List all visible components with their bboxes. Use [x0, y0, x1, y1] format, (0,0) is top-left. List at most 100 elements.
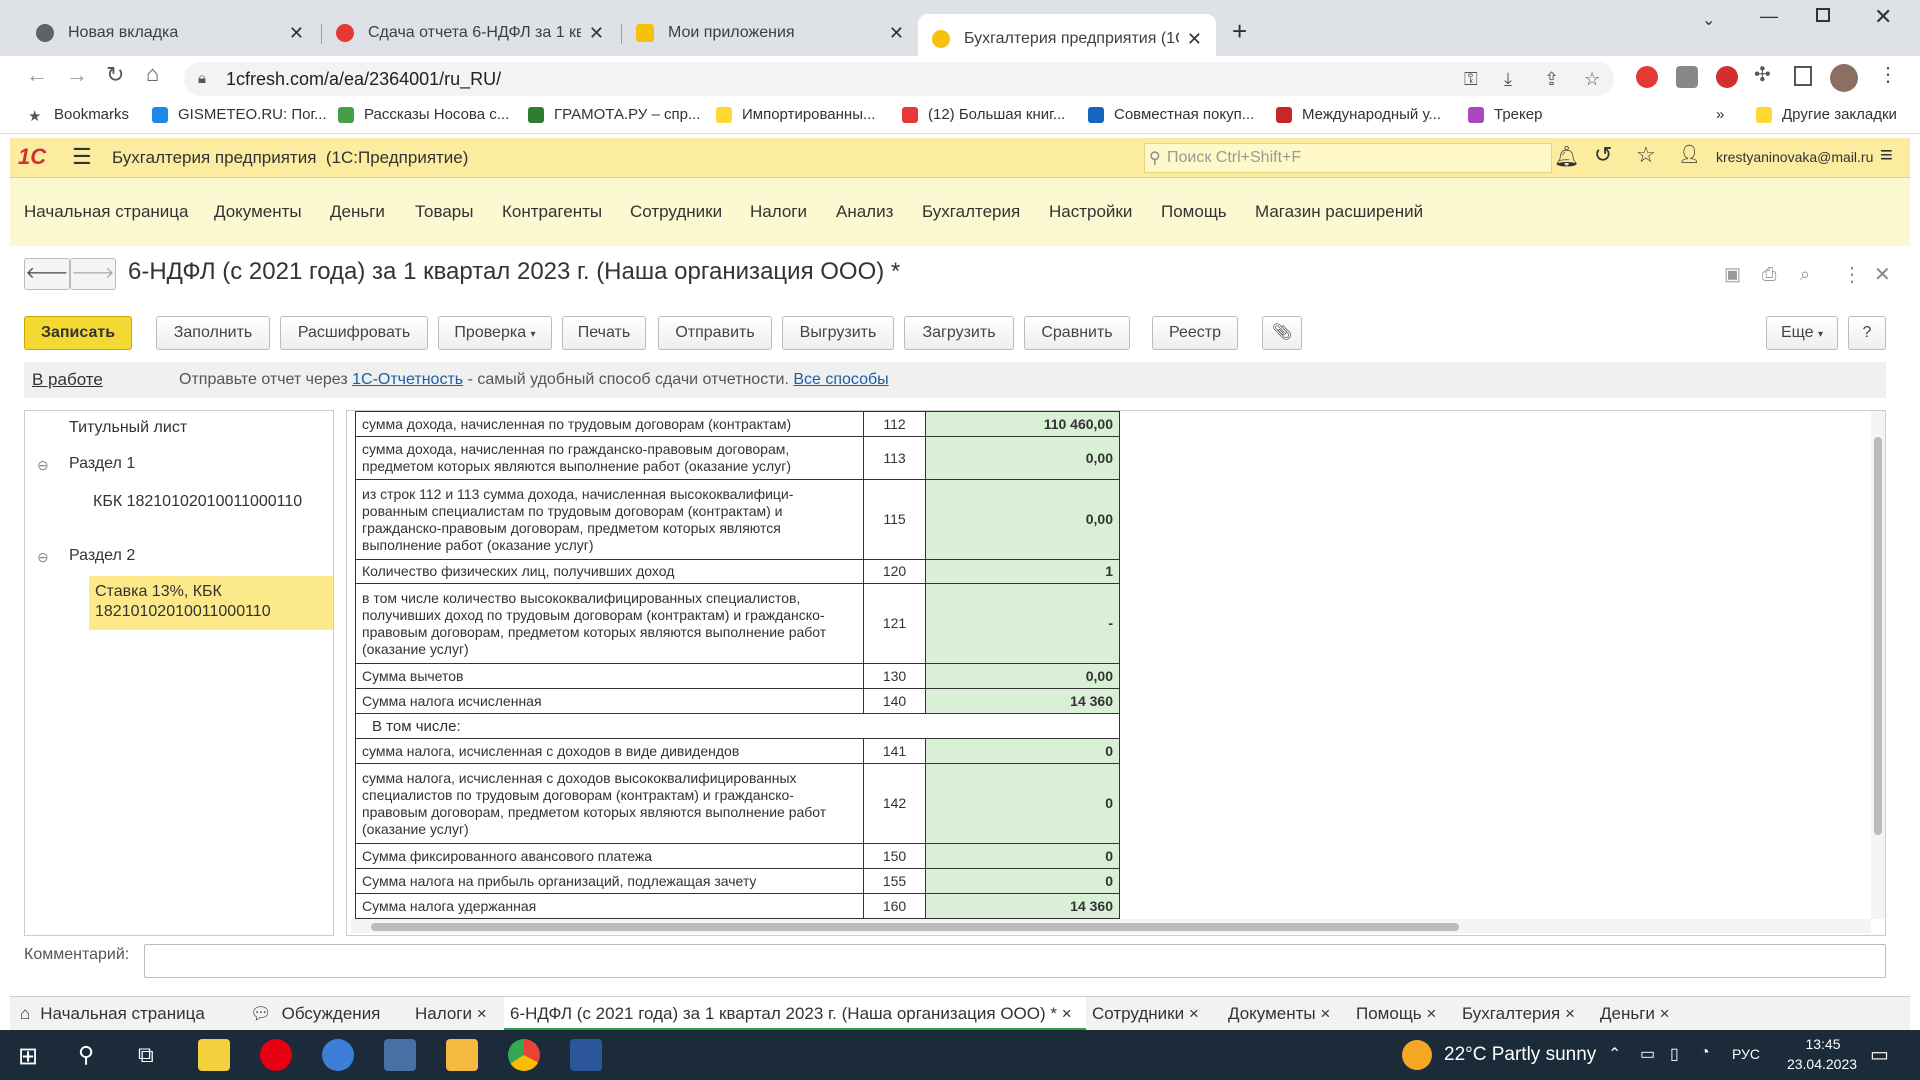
menu-help[interactable]: Помощь	[1161, 202, 1227, 222]
user-icon[interactable]: 👤︎	[1678, 144, 1701, 165]
row-value-cell[interactable]: 0,00	[925, 436, 1120, 480]
clock-date[interactable]: 23.04.2023	[1772, 1056, 1872, 1072]
registry-button[interactable]: Реестр	[1152, 316, 1238, 350]
decode-button[interactable]: Расшифровать	[280, 316, 428, 350]
open-tab-employees[interactable]: Сотрудники ×	[1092, 997, 1199, 1031]
scrollbar-thumb[interactable]	[371, 923, 1459, 931]
bookmark-item[interactable]: ★ Bookmarks	[28, 106, 129, 125]
preview-icon[interactable]: ⌕	[1800, 264, 1810, 285]
open-tab-accounting[interactable]: Бухгалтерия ×	[1462, 997, 1575, 1031]
adblock-icon[interactable]	[1636, 66, 1658, 88]
bookmark-item[interactable]: Рассказы Носова с...	[338, 106, 509, 123]
share-icon[interactable]: ⇪	[1544, 62, 1559, 96]
tree-item-rate-selected[interactable]: Ставка 13%, КБК 18210102010011000110	[89, 576, 333, 630]
bookmarks-overflow[interactable]: »	[1716, 106, 1724, 123]
send-button[interactable]: Отправить	[658, 316, 772, 350]
menu-counterparties[interactable]: Контрагенты	[502, 202, 602, 222]
more-icon[interactable]: ⋮	[1842, 262, 1862, 287]
collapse-icon[interactable]: ⊖	[37, 549, 49, 566]
menu-analysis[interactable]: Анализ	[836, 202, 893, 222]
search-icon[interactable]: ⚲	[78, 1042, 94, 1068]
menu-documents[interactable]: Документы	[214, 202, 302, 222]
minimize-icon[interactable]: —	[1760, 6, 1778, 27]
export-button[interactable]: Выгрузить	[782, 316, 894, 350]
open-tab-money[interactable]: Деньги ×	[1600, 997, 1670, 1031]
vertical-scrollbar[interactable]	[1871, 411, 1885, 919]
tree-item-kbk[interactable]: КБК 18210102010011000110	[93, 493, 302, 511]
row-value-cell[interactable]: 0,00	[925, 479, 1120, 560]
weather-icon[interactable]	[1402, 1040, 1432, 1070]
save-icon[interactable]: ▣	[1724, 264, 1741, 285]
browser-tab[interactable]: Новая вкладка ✕	[22, 14, 318, 52]
home-icon[interactable]: ⌂	[146, 61, 159, 87]
menu-money[interactable]: Деньги	[330, 202, 385, 222]
bookmark-item[interactable]: Международный у...	[1276, 106, 1441, 123]
row-value-cell[interactable]: 110 460,00	[925, 411, 1120, 437]
more-button[interactable]: Еще ▾	[1766, 316, 1838, 350]
language-indicator[interactable]: РУС	[1732, 1046, 1760, 1062]
menu-taxes[interactable]: Налоги	[750, 202, 807, 222]
close-window-icon[interactable]: ✕	[1874, 4, 1892, 30]
forward-icon[interactable]: →	[66, 62, 88, 88]
row-value-cell[interactable]: 1	[925, 559, 1120, 584]
url-field[interactable]: 🔒︎ 1cfresh.com/a/ea/2364001/ru_RU/ ⚿ ⤓ ⇪…	[184, 62, 1614, 96]
task-view-icon[interactable]: ⧉	[138, 1042, 154, 1068]
calculator-icon[interactable]	[384, 1039, 416, 1071]
file-explorer-icon[interactable]	[446, 1039, 478, 1071]
wifi-icon[interactable]: ◔	[1700, 1044, 1710, 1062]
chrome-icon[interactable]	[508, 1039, 540, 1071]
all-methods-link[interactable]: Все способы	[793, 371, 888, 388]
star-icon[interactable]: ☆	[1584, 62, 1600, 96]
puzzle-icon[interactable]: ✣	[1754, 62, 1771, 87]
tree-item-section2[interactable]: Раздел 2	[69, 547, 135, 565]
settings-menu-icon[interactable]: ≡	[1880, 142, 1893, 168]
work-status-link[interactable]: В работе	[32, 362, 103, 398]
notifications-icon[interactable]: ▭	[1870, 1042, 1889, 1067]
help-button[interactable]: ?	[1848, 316, 1886, 350]
open-tab-home[interactable]: ⌂ Начальная страница	[20, 997, 205, 1031]
user-email[interactable]: krestyaninovaka@mail.ru	[1716, 149, 1873, 165]
close-icon[interactable]: ✕	[1187, 29, 1202, 50]
install-icon[interactable]: ⤓	[1504, 62, 1512, 96]
hamburger-icon[interactable]: ☰	[72, 144, 92, 170]
extension-icon[interactable]	[1676, 66, 1698, 88]
word-icon[interactable]	[570, 1039, 602, 1071]
comment-input[interactable]	[144, 944, 1886, 978]
mail-extension-icon[interactable]	[1716, 66, 1738, 88]
bookmark-item[interactable]: Трекер	[1468, 106, 1542, 123]
close-icon[interactable]: ✕	[289, 23, 304, 44]
app-icon[interactable]	[198, 1039, 230, 1071]
browser-tab[interactable]: Мои приложения ✕	[622, 14, 918, 52]
import-button[interactable]: Загрузить	[904, 316, 1014, 350]
fill-button[interactable]: Заполнить	[156, 316, 270, 350]
menu-settings[interactable]: Настройки	[1049, 202, 1132, 222]
menu-employees[interactable]: Сотрудники	[630, 202, 722, 222]
horizontal-scrollbar[interactable]	[351, 919, 1871, 933]
scrollbar-thumb[interactable]	[1874, 437, 1882, 835]
avatar[interactable]	[1830, 64, 1858, 92]
bookmark-item[interactable]: ГРАМОТА.РУ – спр...	[528, 106, 700, 123]
maximize-icon[interactable]	[1816, 8, 1830, 22]
row-value-cell[interactable]: 0,00	[925, 663, 1120, 689]
open-tab-help[interactable]: Помощь ×	[1356, 997, 1436, 1031]
tree-item-title-page[interactable]: Титульный лист	[69, 419, 187, 437]
open-tab-taxes[interactable]: Налоги ×	[415, 997, 487, 1031]
row-value-cell[interactable]: -	[925, 583, 1120, 664]
menu-extensions-store[interactable]: Магазин расширений	[1255, 202, 1423, 222]
compare-button[interactable]: Сравнить	[1024, 316, 1130, 350]
favorites-icon[interactable]: ☆	[1636, 142, 1656, 168]
check-dropdown-button[interactable]: Проверка ▾	[438, 316, 552, 350]
print-button[interactable]: Печать	[562, 316, 646, 350]
qbittorrent-icon[interactable]	[322, 1039, 354, 1071]
row-value-cell[interactable]: 14 360	[925, 688, 1120, 714]
kebab-menu-icon[interactable]: ⋮	[1878, 62, 1898, 87]
reload-icon[interactable]: ↻	[106, 62, 124, 88]
back-icon[interactable]: ←	[26, 62, 48, 88]
other-bookmarks[interactable]: Другие закладки	[1756, 106, 1897, 123]
opera-icon[interactable]	[260, 1039, 292, 1071]
save-button[interactable]: Записать	[24, 316, 132, 350]
menu-goods[interactable]: Товары	[415, 202, 473, 222]
search-input[interactable]: ⚲ Поиск Ctrl+Shift+F	[1144, 143, 1552, 173]
row-value-cell[interactable]: 0	[925, 738, 1120, 764]
row-value-cell[interactable]: 0	[925, 843, 1120, 869]
